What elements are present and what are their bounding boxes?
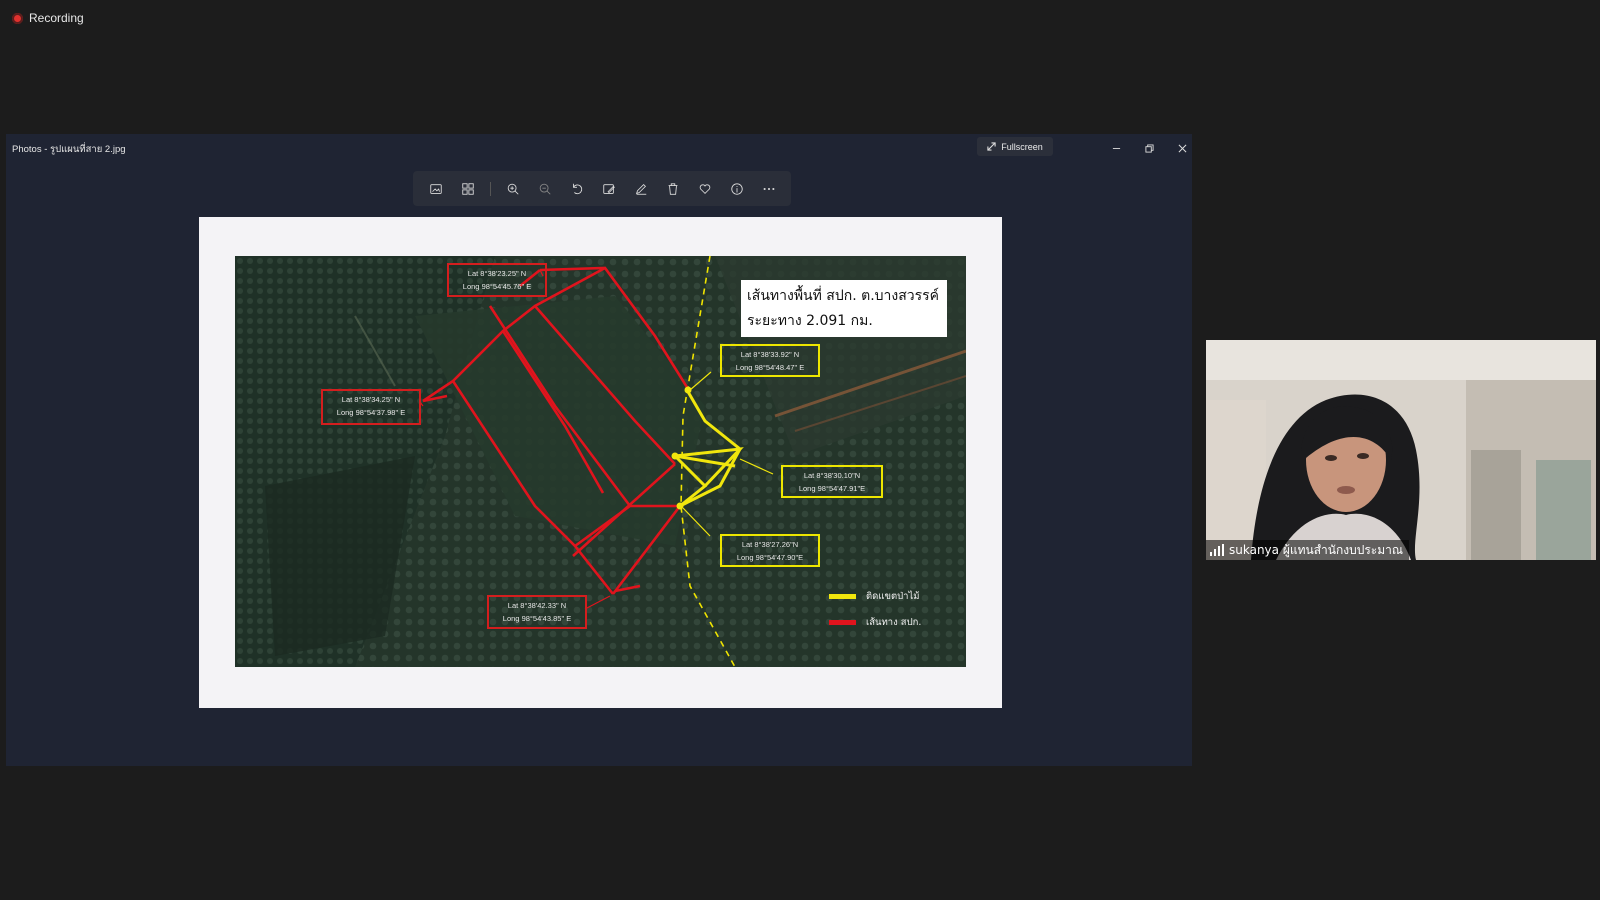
coord-long: Long 98°54'47.91"E — [798, 484, 866, 493]
heart-icon — [699, 183, 711, 194]
edit-icon — [603, 183, 615, 194]
close-icon — [1178, 144, 1186, 152]
coord-long: Long 98°54'48.47" E — [735, 363, 805, 372]
close-button[interactable] — [1173, 139, 1191, 157]
coord-long: Long 98°54'47.90"E — [736, 553, 804, 562]
photos-window: Photos - รูปแผนที่สาย 2.jpg Fullscreen เ… — [6, 134, 1192, 766]
coord-lat: Lat 8°38'23.25" N — [467, 269, 527, 278]
fullscreen-label: Fullscreen — [1001, 141, 1043, 152]
minimize-button[interactable] — [1107, 139, 1125, 157]
delete-icon — [668, 182, 678, 195]
compare-button[interactable] — [452, 176, 484, 202]
satellite-map: เส้นทางพื้นที่ สปก. ต.บางสวรรค์ ระยะทาง … — [235, 256, 966, 667]
rotate-icon — [573, 183, 583, 194]
window-title: Photos - รูปแผนที่สาย 2.jpg — [12, 144, 126, 155]
view-icon — [430, 183, 442, 194]
toolbar-divider — [490, 181, 491, 196]
map-title-line2: ระยะทาง 2.091 กม. — [747, 313, 873, 329]
rotate-button[interactable] — [561, 176, 593, 202]
minimize-icon — [1112, 147, 1120, 149]
legend-item-forest: ติดแขตป่าไม้ — [829, 589, 920, 604]
coord-long: Long 98°54'43.85" E — [502, 614, 572, 623]
legend-swatch-red — [829, 620, 856, 625]
legend-item-route: เส้นทาง สปก. — [829, 615, 921, 630]
signal-strength-icon — [1210, 544, 1224, 556]
info-icon — [731, 182, 743, 195]
restore-button[interactable] — [1140, 139, 1158, 157]
draw-button[interactable] — [625, 176, 657, 202]
coord-long: Long 98°54'37.98" E — [336, 408, 406, 417]
participant-video — [1206, 340, 1596, 560]
coord-lat: Lat 8°38'42.33" N — [507, 601, 567, 610]
coord-lat: Lat 8°38'33.92" N — [740, 350, 800, 359]
participant-name: sukanya ผู้แทนสำนักงบประมาณ — [1229, 542, 1403, 557]
map-title-line1: เส้นทางพื้นที่ สปก. ต.บางสวรรค์ — [747, 288, 940, 304]
fullscreen-button[interactable]: Fullscreen — [977, 137, 1053, 156]
legend-label: เส้นทาง สปก. — [866, 617, 922, 628]
coord-lat: Lat 8°38'34.25" N — [341, 395, 401, 404]
photo-canvas: เส้นทางพื้นที่ สปก. ต.บางสวรรค์ ระยะทาง … — [199, 217, 1002, 708]
coord-lat: Lat 8°38'27.26"N — [741, 540, 799, 549]
edit-button[interactable] — [593, 176, 625, 202]
info-button[interactable] — [721, 176, 753, 202]
legend-swatch-yellow — [829, 594, 856, 599]
window-titlebar: Photos - รูปแผนที่สาย 2.jpg Fullscreen — [6, 134, 1192, 164]
recording-label: Recording — [29, 11, 84, 25]
coord-long: Long 98°54'45.76" E — [462, 282, 532, 291]
expand-icon — [987, 142, 996, 151]
zoom-in-icon — [507, 183, 519, 195]
coord-box-red: Lat 8°38'42.33" N Long 98°54'43.85" E — [487, 595, 587, 629]
restore-icon — [1144, 143, 1154, 153]
recording-indicator: Recording — [12, 11, 84, 25]
zoom-out-icon — [539, 183, 551, 195]
delete-button[interactable] — [657, 176, 689, 202]
map-title-box: เส้นทางพื้นที่ สปก. ต.บางสวรรค์ ระยะทาง … — [741, 280, 947, 337]
more-button[interactable] — [753, 176, 785, 202]
participant-name-tag: sukanya ผู้แทนสำนักงบประมาณ — [1206, 540, 1409, 560]
favorite-button[interactable] — [689, 176, 721, 202]
legend-label: ติดแขตป่าไม้ — [866, 591, 920, 602]
coord-box-red: Lat 8°38'34.25" N Long 98°54'37.98" E — [321, 389, 421, 425]
view-button[interactable] — [420, 176, 452, 202]
participant-video-tile[interactable]: sukanya ผู้แทนสำนักงบประมาณ — [1206, 340, 1596, 560]
recording-dot-icon — [12, 12, 23, 24]
coord-lat: Lat 8°38'30.10"N — [803, 471, 861, 480]
zoom-in-button[interactable] — [497, 176, 529, 202]
zoom-out-button[interactable] — [529, 176, 561, 202]
compare-icon — [462, 182, 474, 195]
coord-box-yellow: Lat 8°38'33.92" N Long 98°54'48.47" E — [720, 344, 820, 377]
more-icon — [763, 187, 775, 190]
coord-box-yellow: Lat 8°38'30.10"N Long 98°54'47.91"E — [781, 465, 883, 498]
draw-icon — [635, 183, 647, 195]
photo-toolbar — [413, 171, 791, 206]
coord-box-yellow: Lat 8°38'27.26"N Long 98°54'47.90"E — [720, 534, 820, 567]
coord-box-red: Lat 8°38'23.25" N Long 98°54'45.76" E — [447, 263, 547, 297]
